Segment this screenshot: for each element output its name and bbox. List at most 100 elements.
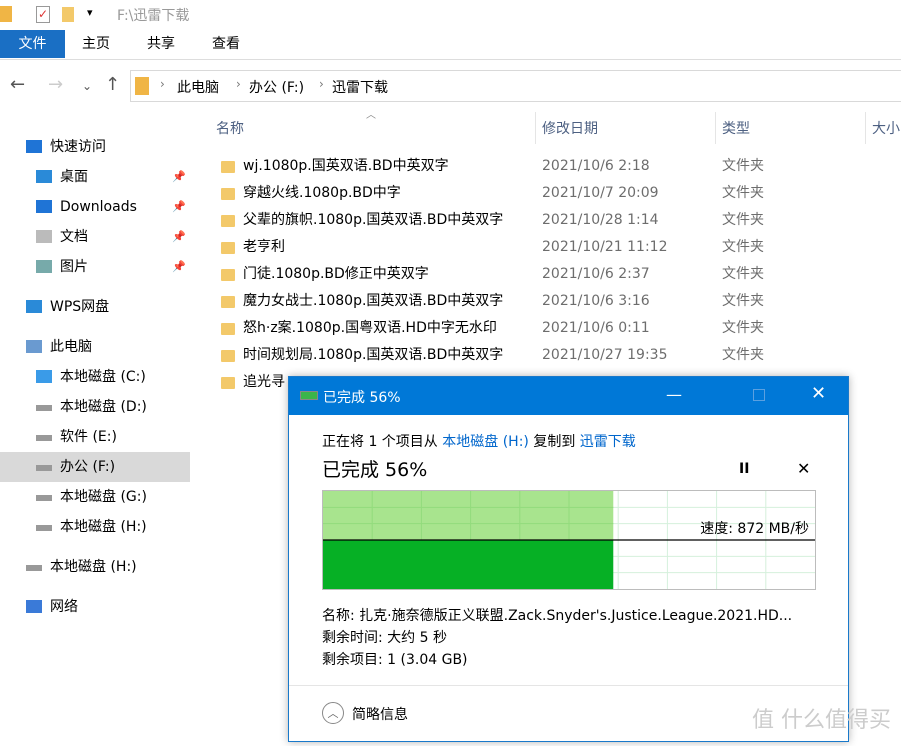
network-icon bbox=[26, 600, 42, 613]
up-arrow-icon[interactable]: ↑ bbox=[105, 74, 120, 95]
sidebar-item-label: Downloads bbox=[60, 199, 137, 215]
sidebar-item-label: 软件 (E:) bbox=[60, 429, 117, 445]
pictures-icon bbox=[36, 260, 52, 273]
tab-view[interactable]: 查看 bbox=[195, 30, 257, 58]
sidebar-item[interactable]: 快速访问 bbox=[0, 132, 190, 162]
destination-link[interactable]: 迅雷下载 bbox=[580, 434, 636, 450]
dialog-titlebar[interactable]: 已完成 56% — ✕ bbox=[289, 377, 848, 415]
sidebar-item-label: 文档 bbox=[60, 229, 88, 245]
drive-icon bbox=[36, 405, 52, 411]
column-size[interactable]: 大小 bbox=[872, 118, 900, 138]
forward-arrow-icon[interactable]: → bbox=[48, 74, 63, 95]
cancel-button[interactable]: ✕ bbox=[797, 459, 810, 478]
dialog-title: 已完成 56% bbox=[323, 390, 401, 406]
file-type: 文件夹 bbox=[722, 320, 764, 336]
file-date: 2021/10/6 2:18 bbox=[542, 158, 650, 174]
file-type: 文件夹 bbox=[722, 347, 764, 363]
file-row[interactable]: 门徒.1080p.BD修正中英双字 2021/10/6 2:37 文件夹 bbox=[195, 261, 901, 288]
speed-graph-svg bbox=[323, 491, 815, 589]
less-details-button[interactable]: 简略信息 bbox=[352, 704, 408, 724]
pin-icon[interactable]: 📌 bbox=[172, 162, 186, 192]
sidebar-item[interactable]: 文档 📌 bbox=[0, 222, 190, 252]
file-name: 怒h·z案.1080p.国粤双语.HD中字无水印 bbox=[243, 320, 497, 336]
breadcrumb-xunlei[interactable]: 迅雷下载 bbox=[332, 77, 388, 97]
sidebar-item[interactable]: 本地磁盘 (H:) bbox=[0, 552, 190, 582]
chevron-right-icon: › bbox=[236, 77, 241, 91]
divider bbox=[289, 685, 848, 686]
minimize-button[interactable]: — bbox=[666, 385, 682, 404]
pin-icon[interactable]: 📌 bbox=[172, 252, 186, 282]
chevron-up-icon[interactable]: ︿ bbox=[322, 702, 344, 724]
folder-app-icon bbox=[0, 6, 12, 22]
sidebar-item[interactable]: 网络 bbox=[0, 592, 190, 622]
copy-icon bbox=[300, 391, 318, 400]
pin-icon[interactable]: 📌 bbox=[172, 192, 186, 222]
breadcrumb-drive-f[interactable]: 办公 (F:) bbox=[249, 77, 304, 97]
file-row[interactable]: wj.1080p.国英双语.BD中英双字 2021/10/6 2:18 文件夹 bbox=[195, 153, 901, 180]
customize-toolbar-icon[interactable]: ▾ bbox=[87, 6, 93, 19]
folder-icon bbox=[221, 215, 235, 227]
sidebar-item[interactable]: 软件 (E:) bbox=[0, 422, 190, 452]
source-link[interactable]: 本地磁盘 (H:) bbox=[442, 434, 529, 450]
speed-graph: 速度: 872 MB/秒 bbox=[322, 490, 816, 590]
sidebar-item[interactable]: Downloads 📌 bbox=[0, 192, 190, 222]
document-icon bbox=[36, 230, 52, 243]
column-divider[interactable] bbox=[715, 112, 716, 144]
file-name: 穿越火线.1080p.BD中字 bbox=[243, 185, 401, 201]
sidebar-item-label: WPS网盘 bbox=[50, 299, 110, 315]
windows-drive-icon bbox=[36, 370, 52, 383]
tab-file[interactable]: 文件 bbox=[0, 30, 65, 58]
back-arrow-icon[interactable]: ← bbox=[10, 74, 25, 95]
pin-icon[interactable]: 📌 bbox=[172, 222, 186, 252]
file-row[interactable]: 穿越火线.1080p.BD中字 2021/10/7 20:09 文件夹 bbox=[195, 180, 901, 207]
drive-icon bbox=[36, 495, 52, 501]
sidebar-item[interactable]: 图片 📌 bbox=[0, 252, 190, 282]
column-divider[interactable] bbox=[865, 112, 866, 144]
sidebar-item[interactable]: 办公 (F:) bbox=[0, 452, 190, 482]
tab-share[interactable]: 共享 bbox=[130, 30, 192, 58]
file-row[interactable]: 父辈的旗帜.1080p.国英双语.BD中英双字 2021/10/28 1:14 文件… bbox=[195, 207, 901, 234]
sidebar-item[interactable]: WPS网盘 bbox=[0, 292, 190, 322]
sidebar-item-label: 此电脑 bbox=[50, 339, 92, 355]
sidebar-item[interactable]: 此电脑 bbox=[0, 332, 190, 362]
file-name: 名称: 扎克·施奈德版正义联盟.Zack.Snyder's.Justice.Le… bbox=[322, 608, 793, 624]
file-row[interactable]: 老亨利 2021/10/21 11:12 文件夹 bbox=[195, 234, 901, 261]
watermark: 值 什么值得买 bbox=[752, 708, 891, 733]
desktop-icon bbox=[36, 170, 52, 183]
speed-label: 速度: 872 MB/秒 bbox=[700, 521, 809, 537]
progress-status: 已完成 56% bbox=[322, 459, 428, 481]
file-row[interactable]: 魔力女战士.1080p.国英双语.BD中英双字 2021/10/6 3:16 文件夹 bbox=[195, 288, 901, 315]
sidebar-item[interactable]: 本地磁盘 (H:) bbox=[0, 512, 190, 542]
time-remaining: 剩余时间: 大约 5 秒 bbox=[322, 630, 447, 646]
sidebar-item[interactable]: 本地磁盘 (C:) bbox=[0, 362, 190, 392]
address-bar[interactable]: › 此电脑 › 办公 (F:) › 迅雷下载 bbox=[130, 70, 901, 102]
breadcrumb-this-pc[interactable]: 此电脑 bbox=[177, 77, 219, 97]
drive-icon bbox=[36, 465, 52, 471]
sidebar-item[interactable]: 本地磁盘 (D:) bbox=[0, 392, 190, 422]
pause-button[interactable]: II bbox=[739, 461, 749, 477]
sidebar-item[interactable]: 本地磁盘 (G:) bbox=[0, 482, 190, 512]
sidebar-item[interactable]: 桌面 📌 bbox=[0, 162, 190, 192]
navigation-bar: ← → ⌄ ↑ › 此电脑 › 办公 (F:) › 迅雷下载 bbox=[0, 70, 901, 102]
file-row[interactable]: 怒h·z案.1080p.国粤双语.HD中字无水印 2021/10/6 0:11 文件… bbox=[195, 315, 901, 342]
properties-icon[interactable]: ✓ bbox=[36, 6, 50, 23]
drive-icon bbox=[36, 525, 52, 531]
column-name[interactable]: 名称 bbox=[216, 118, 244, 138]
column-type[interactable]: 类型 bbox=[722, 118, 750, 138]
column-divider[interactable] bbox=[535, 112, 536, 144]
file-row[interactable]: 时间规划局.1080p.国英双语.BD中英双字 2021/10/27 19:35 文… bbox=[195, 342, 901, 369]
column-date[interactable]: 修改日期 bbox=[542, 118, 598, 138]
tab-home[interactable]: 主页 bbox=[65, 30, 127, 58]
drive-icon bbox=[36, 435, 52, 441]
new-folder-icon[interactable] bbox=[62, 7, 74, 22]
drive-icon bbox=[26, 565, 42, 571]
folder-icon bbox=[221, 188, 235, 200]
quick-access-toolbar: ✓ ▾ F:\迅雷下载 bbox=[0, 0, 901, 30]
file-name: wj.1080p.国英双语.BD中英双字 bbox=[243, 158, 449, 174]
folder-icon bbox=[135, 77, 149, 95]
maximize-button bbox=[753, 389, 765, 401]
recent-chevron-down-icon[interactable]: ⌄ bbox=[82, 79, 92, 93]
close-button[interactable]: ✕ bbox=[811, 383, 826, 404]
chevron-right-icon: › bbox=[319, 77, 324, 91]
sidebar-item-label: 图片 bbox=[60, 259, 88, 275]
